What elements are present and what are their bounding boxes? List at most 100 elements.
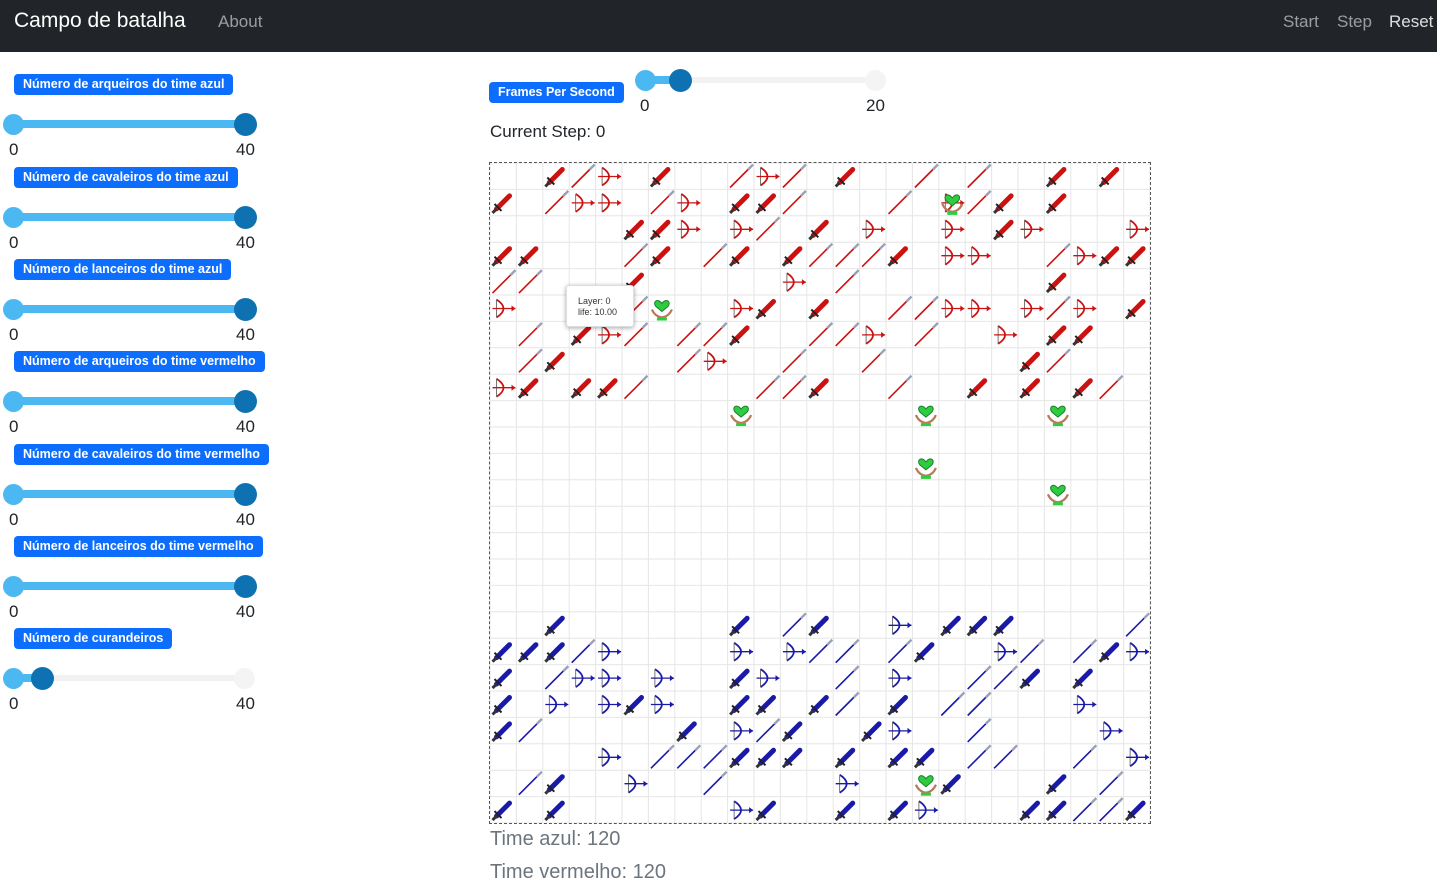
start-button[interactable]: Start [1283,12,1319,32]
red-spear-unit [703,322,728,347]
red-sword-unit [597,378,618,399]
red-spear-unit [808,242,834,268]
slider-max-label: 40 [236,510,255,529]
red-bow-unit [703,351,727,372]
blue-spear-unit [1125,612,1150,637]
slider-handle[interactable] [234,575,257,598]
red-sword-unit [544,351,565,373]
slider-min-knob [3,391,24,412]
red-sword-unit [834,167,856,188]
blue-spear-unit [755,718,781,743]
red-sword-unit [993,219,1014,241]
battlefield-canvas[interactable] [490,163,1150,823]
slider-blue-knights[interactable] [3,205,257,229]
red-bow-unit [1126,219,1150,240]
blue-sword-unit [940,774,961,795]
blue-bow-unit [1126,641,1150,662]
red-bow-unit [598,166,622,187]
red-bow-unit [941,245,965,266]
blue-sword-unit [887,695,908,716]
blue-bow-unit [624,773,648,794]
healer-unit [914,405,937,427]
blue-sword-unit [1019,800,1040,822]
nav-about-link[interactable]: About [218,12,262,32]
slider-blue-lancers[interactable] [3,297,257,321]
blue-spear-unit [940,691,966,717]
agent-tooltip: Layer: 0 life: 10.00 [566,285,634,327]
slider-blue-archers[interactable] [3,112,257,136]
fps-slider[interactable] [635,68,886,92]
red-spear-unit [782,190,807,215]
healer-unit [650,300,673,321]
slider-label-healers: Número de curandeiros [14,628,173,649]
brand-title[interactable]: Campo de batalha [14,9,186,33]
slider-handle[interactable] [234,206,257,229]
navbar: Campo de batalha About Start Step Reset [0,0,1437,52]
red-sword-unit [1125,246,1146,267]
red-spear-unit [835,242,860,268]
blue-bow-unit [756,668,780,688]
slider-label-blue-archers: Número de arqueiros do time azul [14,74,234,95]
blue-sword-unit [834,747,856,769]
blue-bow-unit [545,694,569,715]
red-spear-unit [861,242,886,268]
red-spear-unit [1046,242,1071,268]
slider-red-archers[interactable] [3,389,257,413]
slider-red-knights[interactable] [3,482,257,506]
red-spear-unit [676,322,702,347]
red-bow-unit [967,245,991,266]
blue-spear-unit [1072,638,1098,664]
blue-sword-unit [491,695,512,716]
step-button[interactable]: Step [1337,12,1372,32]
red-spear-unit [491,269,517,294]
blue-bow-unit [730,721,754,741]
blue-sword-unit [913,747,935,769]
tooltip-life: life: 10.00 [578,307,618,317]
red-spear-unit [518,269,543,294]
red-bow-unit [967,298,991,319]
blue-bow-unit [650,694,674,715]
blue-sword-unit [517,642,539,663]
red-sword-unit [781,246,803,267]
blue-sword-unit [781,747,803,769]
slider-min-label: 0 [9,694,19,713]
slider-handle[interactable] [234,390,257,413]
slider-healers[interactable] [3,666,255,690]
red-sword-unit [570,378,592,399]
blue-sword-unit [729,615,750,637]
slider-min-label: 0 [9,233,19,252]
red-sword-unit [544,167,565,188]
red-spear-unit [914,163,939,189]
tooltip-layer: Layer: 0 [578,296,611,306]
red-bow-unit [862,325,886,345]
blue-bow-unit [782,641,806,662]
blue-spear-unit [1099,770,1124,796]
blue-spear-unit [571,638,596,664]
slider-handle[interactable] [234,113,257,136]
slider-label-red-lancers: Número de lanceiros do time vermelho [14,536,263,557]
blue-bow-unit [835,773,859,794]
red-sword-unit [808,219,829,241]
blue-sword-unit [808,695,829,716]
slider-red-lancers[interactable] [3,574,257,598]
red-spear-unit [887,190,913,215]
red-spear-unit [518,348,543,373]
blue-bow-unit [730,641,754,662]
reset-button[interactable]: Reset [1389,12,1433,32]
red-spear-unit [914,322,939,347]
blue-bow-unit [1073,694,1097,715]
blue-bow-unit [571,668,595,688]
slider-handle[interactable] [31,667,54,690]
blue-sword-unit [887,800,908,822]
slider-handle[interactable] [234,298,257,321]
red-spear-unit [887,374,913,400]
slider-handle[interactable] [668,69,692,92]
fps-label: Frames Per Second [489,82,624,103]
blue-bow-unit [888,668,912,688]
slider-label-blue-knights: Número de cavaleiros do time azul [14,167,238,188]
red-spear-unit [887,295,913,321]
slider-fill [13,305,245,313]
healer-unit [1046,484,1069,506]
slider-handle[interactable] [234,483,257,506]
battlefield-grid[interactable] [489,162,1151,824]
